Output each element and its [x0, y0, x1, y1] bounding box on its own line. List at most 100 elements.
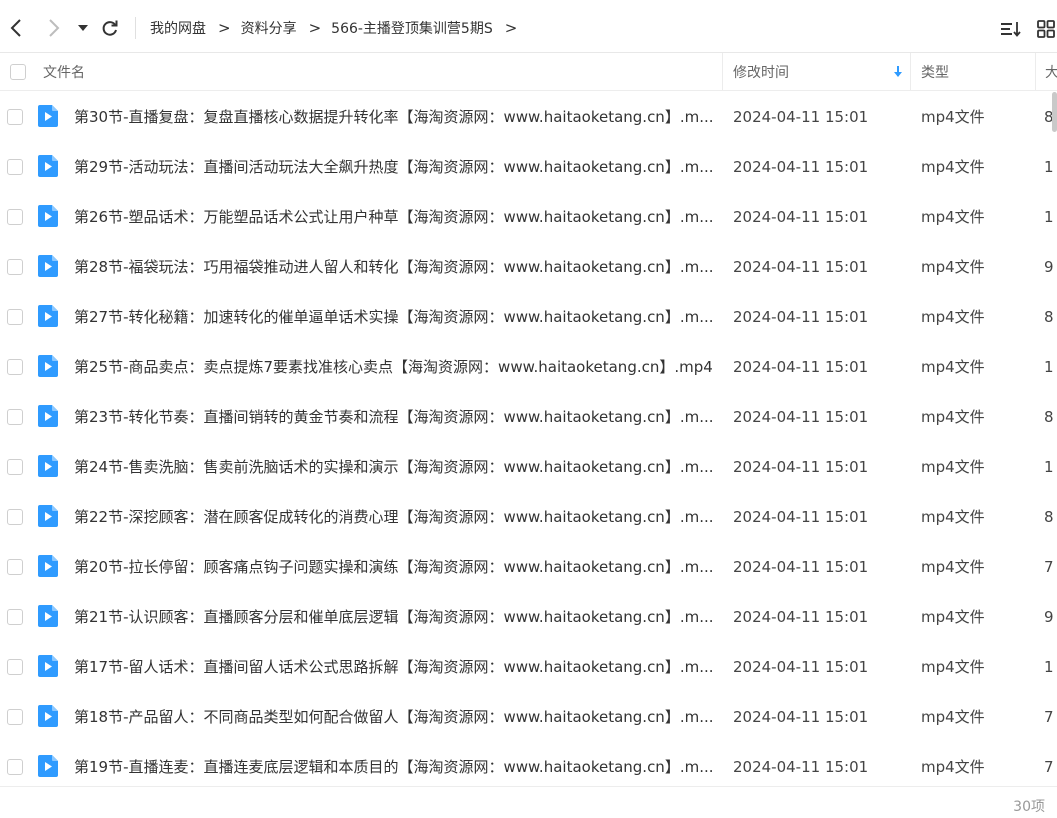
file-modified-date: 2024-04-11 15:01	[733, 108, 869, 126]
history-dropdown-button[interactable]	[74, 15, 92, 41]
column-divider[interactable]	[910, 53, 911, 90]
column-header-name[interactable]: 文件名	[43, 53, 85, 90]
sort-button[interactable]	[999, 17, 1023, 41]
grid-view-button[interactable]	[1034, 17, 1057, 41]
file-row-checkbox[interactable]	[7, 409, 23, 425]
file-name[interactable]: 第22节-深挖顾客：潜在顾客促成转化的消费心理【海淘资源网：www.haitao…	[74, 492, 714, 542]
file-list-header: 文件名 修改时间 类型 大	[0, 53, 1057, 91]
video-file-icon	[38, 405, 58, 427]
video-file-icon	[38, 105, 58, 127]
file-type: mp4文件	[921, 308, 985, 326]
file-row[interactable]: 第18节-产品留人：不同商品类型如何配合做留人【海淘资源网：www.haitao…	[0, 692, 1057, 742]
file-row-checkbox[interactable]	[7, 309, 23, 325]
file-name[interactable]: 第26节-塑品话术：万能塑品话术公式让用户种草【海淘资源网：www.haitao…	[74, 192, 714, 242]
file-modified-date: 2024-04-11 15:01	[733, 408, 869, 426]
file-size: 1	[1044, 458, 1054, 476]
forward-button[interactable]	[43, 15, 65, 41]
file-row-checkbox[interactable]	[7, 509, 23, 525]
file-size: 1	[1044, 208, 1054, 226]
file-row[interactable]: 第20节-拉长停留：顾客痛点钩子问题实操和演练【海淘资源网：www.haitao…	[0, 542, 1057, 592]
file-modified-date: 2024-04-11 15:01	[733, 308, 869, 326]
sort-down-arrow-icon	[894, 65, 902, 77]
vertical-scrollbar[interactable]	[1052, 92, 1057, 132]
file-size: 1	[1044, 158, 1054, 176]
file-type: mp4文件	[921, 258, 985, 276]
file-type: mp4文件	[921, 458, 985, 476]
file-row[interactable]: 第22节-深挖顾客：潜在顾客促成转化的消费心理【海淘资源网：www.haitao…	[0, 492, 1057, 542]
file-name[interactable]: 第29节-活动玩法：直播间活动玩法大全飙升热度【海淘资源网：www.haitao…	[74, 142, 714, 192]
file-size: 7	[1044, 558, 1054, 576]
file-row-checkbox[interactable]	[7, 109, 23, 125]
breadcrumb-item-current[interactable]: 566-主播登顶集训营5期S	[331, 18, 493, 38]
file-row-checkbox[interactable]	[7, 709, 23, 725]
file-row[interactable]: 第17节-留人话术：直播间留人话术公式思路拆解【海淘资源网：www.haitao…	[0, 642, 1057, 692]
file-name[interactable]: 第27节-转化秘籍：加速转化的催单逼单话术实操【海淘资源网：www.haitao…	[74, 292, 714, 342]
file-modified-date: 2024-04-11 15:01	[733, 158, 869, 176]
file-row-checkbox[interactable]	[7, 659, 23, 675]
breadcrumb-separator-icon: >	[308, 19, 322, 37]
column-header-modified[interactable]: 修改时间	[733, 53, 905, 90]
file-row[interactable]: 第23节-转化节奏：直播间销转的黄金节奏和流程【海淘资源网：www.haitao…	[0, 392, 1057, 442]
file-row-checkbox[interactable]	[7, 159, 23, 175]
breadcrumb-item-share[interactable]: 资料分享	[241, 18, 297, 38]
file-row-checkbox[interactable]	[7, 259, 23, 275]
video-file-icon	[38, 155, 58, 177]
breadcrumb-expand-icon[interactable]: >	[505, 19, 518, 37]
breadcrumb-separator-icon: >	[218, 19, 231, 37]
file-row[interactable]: 第19节-直播连麦：直播连麦底层逻辑和本质目的【海淘资源网：www.haitao…	[0, 742, 1057, 792]
column-header-modified-label: 修改时间	[733, 64, 789, 81]
file-row-checkbox[interactable]	[7, 559, 23, 575]
file-name[interactable]: 第18节-产品留人：不同商品类型如何配合做留人【海淘资源网：www.haitao…	[74, 692, 714, 742]
breadcrumb-item-root[interactable]: 我的网盘	[150, 18, 206, 38]
chevron-left-icon	[10, 19, 21, 37]
file-type: mp4文件	[921, 708, 985, 726]
file-modified-date: 2024-04-11 15:01	[733, 508, 869, 526]
video-file-icon	[38, 205, 58, 227]
column-divider[interactable]	[722, 53, 723, 90]
back-button[interactable]	[5, 15, 27, 41]
file-size: 7	[1044, 758, 1054, 776]
video-file-icon	[38, 355, 58, 377]
file-type: mp4文件	[921, 758, 985, 776]
file-row-checkbox[interactable]	[7, 459, 23, 475]
file-name[interactable]: 第17节-留人话术：直播间留人话术公式思路拆解【海淘资源网：www.haitao…	[74, 642, 714, 692]
file-name[interactable]: 第25节-商品卖点：卖点提炼7要素找准核心卖点【海淘资源网：www.haitao…	[74, 342, 714, 392]
refresh-button[interactable]	[99, 15, 121, 41]
file-row[interactable]: 第28节-福袋玩法：巧用福袋推动进人留人和转化【海淘资源网：www.haitao…	[0, 242, 1057, 292]
file-row[interactable]: 第26节-塑品话术：万能塑品话术公式让用户种草【海淘资源网：www.haitao…	[0, 192, 1057, 242]
video-file-icon	[38, 455, 58, 477]
file-row-checkbox[interactable]	[7, 209, 23, 225]
file-row[interactable]: 第30节-直播复盘：复盘直播核心数据提升转化率【海淘资源网：www.haitao…	[0, 92, 1057, 142]
grid-view-icon	[1037, 20, 1055, 38]
select-all-checkbox[interactable]	[10, 63, 26, 80]
file-type: mp4文件	[921, 658, 985, 676]
file-row[interactable]: 第29节-活动玩法：直播间活动玩法大全飙升热度【海淘资源网：www.haitao…	[0, 142, 1057, 192]
file-modified-date: 2024-04-11 15:01	[733, 208, 869, 226]
file-name[interactable]: 第30节-直播复盘：复盘直播核心数据提升转化率【海淘资源网：www.haitao…	[74, 92, 714, 142]
file-name[interactable]: 第28节-福袋玩法：巧用福袋推动进人留人和转化【海淘资源网：www.haitao…	[74, 242, 714, 292]
file-row-checkbox[interactable]	[7, 359, 23, 375]
file-name[interactable]: 第21节-认识顾客：直播顾客分层和催单底层逻辑【海淘资源网：www.haitao…	[74, 592, 714, 642]
column-divider[interactable]	[1035, 53, 1036, 90]
file-name[interactable]: 第19节-直播连麦：直播连麦底层逻辑和本质目的【海淘资源网：www.haitao…	[74, 742, 714, 792]
sort-list-icon	[1001, 22, 1021, 37]
column-header-size[interactable]: 大	[1045, 53, 1057, 90]
file-type: mp4文件	[921, 408, 985, 426]
file-row[interactable]: 第25节-商品卖点：卖点提炼7要素找准核心卖点【海淘资源网：www.haitao…	[0, 342, 1057, 392]
column-header-type[interactable]: 类型	[921, 53, 949, 90]
file-name[interactable]: 第20节-拉长停留：顾客痛点钩子问题实操和演练【海淘资源网：www.haitao…	[74, 542, 714, 592]
file-type: mp4文件	[921, 508, 985, 526]
file-type: mp4文件	[921, 358, 985, 376]
file-row-checkbox[interactable]	[7, 609, 23, 625]
file-row[interactable]: 第24节-售卖洗脑：售卖前洗脑话术的实操和演示【海淘资源网：www.haitao…	[0, 442, 1057, 492]
column-header-size-label: 大	[1045, 64, 1057, 81]
video-file-icon	[38, 705, 58, 727]
file-name[interactable]: 第23节-转化节奏：直播间销转的黄金节奏和流程【海淘资源网：www.haitao…	[74, 392, 714, 442]
file-size: 9	[1044, 258, 1054, 276]
file-name[interactable]: 第24节-售卖洗脑：售卖前洗脑话术的实操和演示【海淘资源网：www.haitao…	[74, 442, 714, 492]
file-row[interactable]: 第27节-转化秘籍：加速转化的催单逼单话术实操【海淘资源网：www.haitao…	[0, 292, 1057, 342]
toolbar: 我的网盘 > 资料分享 > 566-主播登顶集训营5期S >	[0, 3, 1057, 53]
item-count: 30项	[1013, 799, 1045, 815]
file-row-checkbox[interactable]	[7, 759, 23, 775]
file-row[interactable]: 第21节-认识顾客：直播顾客分层和催单底层逻辑【海淘资源网：www.haitao…	[0, 592, 1057, 642]
